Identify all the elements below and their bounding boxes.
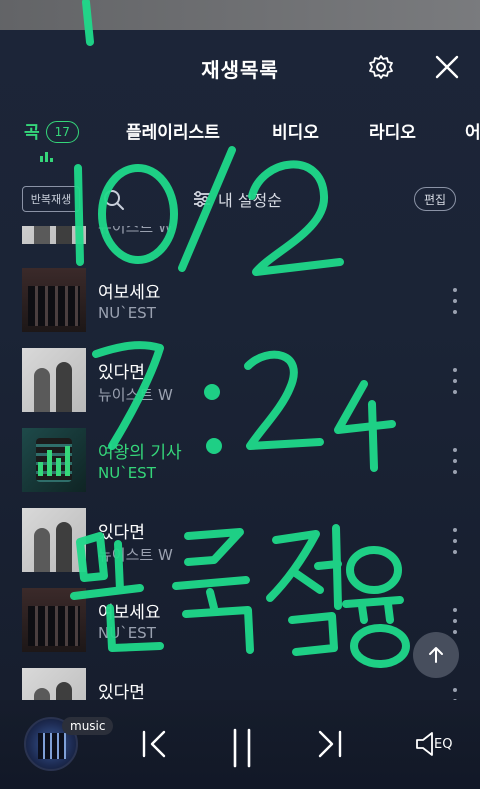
list-item[interactable]: 여보세요 NU`EST	[0, 580, 480, 660]
status-bar	[0, 0, 480, 30]
list-item-now-playing[interactable]: 여왕의 기사 NU`EST	[0, 420, 480, 500]
close-icon[interactable]	[430, 50, 464, 84]
mini-player: music EQ	[0, 700, 480, 789]
song-count-badge: 17	[45, 121, 79, 143]
now-playing-icon	[22, 428, 86, 492]
album-art	[22, 268, 86, 332]
album-art	[22, 348, 86, 412]
song-title: 여보세요	[98, 603, 161, 623]
sort-button[interactable]: 내 설정순	[192, 186, 282, 212]
next-icon[interactable]	[316, 728, 344, 764]
scroll-to-top-button[interactable]	[413, 632, 459, 678]
search-icon[interactable]	[102, 188, 126, 212]
more-options-icon[interactable]	[448, 688, 462, 700]
song-artist: 뉴이스트 W	[98, 546, 173, 564]
tab-songs[interactable]: 곡 17	[24, 118, 79, 143]
source-badge: music	[62, 717, 114, 735]
list-item[interactable]: 있다면 뉴이스트 W	[0, 340, 480, 420]
tab-songs-label: 곡	[24, 123, 40, 143]
more-options-icon[interactable]	[448, 448, 462, 474]
song-artist: NU`EST	[98, 304, 156, 322]
playlist-screen: 재생목록 곡 17 플레이리스트 비디오 라디오 어 반복재생 내 설정순 편집…	[0, 0, 480, 789]
tab-radio[interactable]: 라디오	[369, 118, 416, 143]
song-artist: NU`EST	[98, 624, 156, 642]
song-list: 뉴이스트 W 여보세요 NU`EST 있다면 뉴이스트 W 여왕의 기사 NU`…	[0, 226, 480, 700]
gear-icon[interactable]	[364, 50, 398, 84]
song-artist: 뉴이스트 W	[98, 386, 173, 404]
more-options-icon[interactable]	[448, 608, 462, 634]
song-artist: NU`EST	[98, 464, 156, 482]
tab-more[interactable]: 어	[465, 118, 480, 143]
list-toolbar: 반복재생 내 설정순 편집	[0, 180, 480, 220]
eq-button[interactable]: EQ	[414, 730, 452, 758]
pause-icon[interactable]	[228, 728, 256, 772]
song-title: 여왕의 기사	[98, 443, 182, 463]
list-item[interactable]: 여보세요 NU`EST	[0, 260, 480, 340]
page-title: 재생목록	[201, 58, 279, 82]
album-art	[22, 668, 86, 700]
more-options-icon[interactable]	[448, 288, 462, 314]
header: 재생목록	[0, 36, 480, 100]
song-title: 있다면	[98, 363, 145, 383]
tab-video[interactable]: 비디오	[272, 118, 319, 143]
arrow-up-icon	[429, 647, 443, 663]
repeat-button[interactable]: 반복재생	[22, 186, 80, 212]
more-options-icon[interactable]	[448, 368, 462, 394]
list-item[interactable]: 뉴이스트 W	[0, 226, 480, 252]
more-options-icon[interactable]	[448, 528, 462, 554]
song-title: 여보세요	[98, 283, 161, 303]
song-title: 있다면	[98, 683, 145, 700]
album-art	[22, 226, 86, 244]
eq-label: EQ	[434, 736, 453, 752]
album-art	[22, 588, 86, 652]
tab-playlist[interactable]: 플레이리스트	[126, 118, 220, 143]
tab-bar: 곡 17 플레이리스트 비디오 라디오 어	[0, 108, 480, 154]
list-item[interactable]: 있다면 뉴이스트 W	[0, 500, 480, 580]
sort-icon	[194, 190, 210, 208]
edit-button[interactable]: 편집	[414, 187, 456, 211]
song-artist: 뉴이스트 W	[98, 226, 173, 236]
song-title: 있다면	[98, 523, 145, 543]
previous-icon[interactable]	[140, 728, 168, 764]
album-art	[22, 508, 86, 572]
sort-label: 내 설정순	[218, 191, 282, 210]
equalizer-icon	[40, 152, 54, 162]
list-item[interactable]: 있다면	[0, 660, 480, 700]
